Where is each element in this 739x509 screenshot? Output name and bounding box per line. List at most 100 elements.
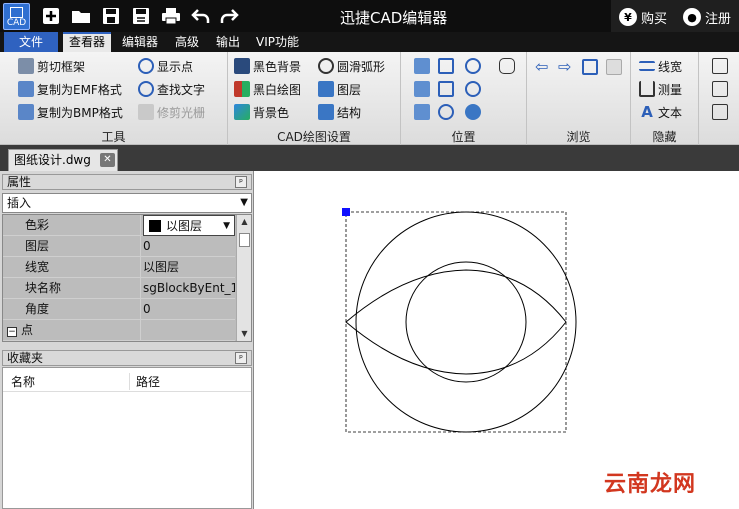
property-category: − 点 bbox=[3, 320, 141, 341]
stop-icon[interactable] bbox=[606, 59, 622, 75]
color-select[interactable]: 以图层 ▼ bbox=[143, 215, 235, 236]
property-scrollbar[interactable]: ▲ ▼ bbox=[236, 215, 251, 341]
copy-emf-label: 复制为EMF格式 bbox=[37, 82, 122, 97]
property-row[interactable]: 线宽 以图层 bbox=[3, 257, 235, 278]
property-row[interactable]: 图层 0 bbox=[3, 236, 235, 257]
column-name[interactable]: 名称 bbox=[11, 373, 35, 390]
print-icon[interactable] bbox=[160, 6, 182, 26]
undo-icon[interactable] bbox=[190, 6, 212, 26]
collapse-icon[interactable]: − bbox=[7, 327, 17, 337]
rotate-3d-icon[interactable] bbox=[414, 104, 430, 120]
property-row[interactable]: 角度 0 bbox=[3, 299, 235, 320]
tab-advanced[interactable]: 高级 bbox=[175, 32, 199, 52]
tab-output[interactable]: 输出 bbox=[216, 32, 240, 52]
selection-grip[interactable] bbox=[342, 208, 350, 216]
zoom-window-icon[interactable] bbox=[438, 58, 454, 74]
line-width-button[interactable]: 线宽 bbox=[639, 56, 682, 76]
background-color-button[interactable]: 背景色 bbox=[234, 102, 289, 122]
structure-icon bbox=[318, 104, 334, 120]
scroll-up-icon[interactable]: ▲ bbox=[237, 215, 251, 229]
refresh-icon[interactable] bbox=[582, 59, 598, 75]
emf-icon bbox=[18, 81, 34, 97]
yen-icon: ¥ bbox=[619, 8, 637, 26]
drawing-canvas[interactable] bbox=[255, 171, 739, 509]
register-button[interactable]: ● 注册 bbox=[683, 7, 731, 27]
zoom-extents-icon[interactable] bbox=[438, 81, 454, 97]
bw-drawing-label: 黑白绘图 bbox=[253, 82, 302, 97]
property-row[interactable]: 块名称 sgBlockByEnt_1598 bbox=[3, 278, 235, 299]
redo-icon[interactable] bbox=[218, 6, 240, 26]
column-path[interactable]: 路径 bbox=[129, 373, 160, 390]
scissors-icon bbox=[18, 58, 34, 74]
zoom-previous-icon[interactable] bbox=[438, 104, 454, 120]
overflow-tool-1-icon[interactable] bbox=[712, 58, 728, 74]
overflow-tool-3-icon[interactable] bbox=[712, 104, 728, 120]
tab-editor[interactable]: 编辑器 bbox=[122, 32, 158, 52]
tab-vip[interactable]: VIP功能 bbox=[256, 32, 299, 52]
structure-button[interactable]: 结构 bbox=[318, 102, 361, 122]
text-button[interactable]: A 文本 bbox=[639, 102, 682, 122]
save-as-icon[interactable] bbox=[130, 6, 152, 26]
inner-circle[interactable] bbox=[405, 261, 527, 383]
property-value: sgBlockByEnt_1598 bbox=[143, 281, 235, 295]
trim-raster-label: 修剪光栅 bbox=[157, 105, 206, 120]
tab-viewer[interactable]: 查看器 bbox=[63, 32, 111, 52]
orbit-icon[interactable] bbox=[465, 104, 481, 120]
bw-drawing-button[interactable]: 黑白绘图 bbox=[234, 79, 301, 99]
buy-button[interactable]: ¥ 购买 bbox=[619, 7, 667, 27]
eye-outline[interactable] bbox=[345, 269, 567, 375]
account-area: ¥ 购买 ● 注册 bbox=[611, 0, 739, 32]
outer-circle[interactable] bbox=[355, 211, 577, 433]
overflow-group bbox=[699, 52, 739, 145]
smooth-arc-label: 圆滑弧形 bbox=[337, 59, 386, 74]
entity-type-select[interactable]: 插入 ▼ bbox=[2, 193, 252, 213]
pin-icon[interactable]: ᵖ bbox=[235, 176, 247, 188]
copy-emf-button[interactable]: 复制为EMF格式 bbox=[18, 79, 122, 99]
chevron-down-icon: ▼ bbox=[240, 197, 248, 208]
user-icon: ● bbox=[683, 8, 701, 26]
favorites-title: 收藏夹 bbox=[7, 351, 44, 365]
line-width-icon bbox=[639, 61, 655, 71]
layers-button[interactable]: 图层 bbox=[318, 79, 361, 99]
hide-group-label: 隐藏 bbox=[652, 130, 677, 144]
zoom-in-icon[interactable] bbox=[465, 58, 481, 74]
find-text-button[interactable]: 查找文字 bbox=[138, 79, 205, 99]
document-tab[interactable]: 图纸设计.dwg ✕ bbox=[8, 149, 118, 171]
app-title: 迅捷CAD编辑器 bbox=[340, 9, 448, 27]
scroll-thumb[interactable] bbox=[239, 233, 250, 247]
hide-group: 线宽 测量 A 文本 隐藏 bbox=[631, 52, 699, 145]
property-category-row[interactable]: − 点 bbox=[3, 320, 235, 341]
property-key: 线宽 bbox=[3, 257, 141, 278]
arrow-left-icon[interactable]: ⇦ bbox=[535, 59, 551, 75]
black-background-button[interactable]: 黑色背景 bbox=[234, 56, 301, 76]
fit-icon[interactable] bbox=[414, 81, 430, 97]
copy-bmp-button[interactable]: 复制为BMP格式 bbox=[18, 102, 123, 122]
pin-icon[interactable]: ᵖ bbox=[235, 352, 247, 364]
arc-icon bbox=[318, 58, 334, 74]
property-row[interactable]: 色彩 以图层 ▼ bbox=[3, 215, 235, 236]
save-icon[interactable] bbox=[100, 6, 122, 26]
file-menu[interactable]: 文件 bbox=[4, 32, 58, 52]
document-tab-strip: 图纸设计.dwg ✕ bbox=[0, 145, 739, 171]
smooth-arc-button[interactable]: 圆滑弧形 bbox=[318, 56, 385, 76]
scroll-down-icon[interactable]: ▼ bbox=[237, 327, 251, 341]
property-value: 以图层 bbox=[143, 260, 180, 274]
cut-frame-button[interactable]: 剪切框架 bbox=[18, 56, 85, 76]
close-tab-icon[interactable]: ✕ bbox=[100, 153, 115, 167]
menu-tab-row: 文件 查看器 编辑器 高级 输出 VIP功能 bbox=[0, 32, 739, 52]
hand-pan-icon[interactable] bbox=[499, 58, 515, 74]
show-points-button[interactable]: 显示点 bbox=[138, 56, 193, 76]
find-text-icon bbox=[138, 81, 154, 97]
position-group: 位置 bbox=[401, 52, 527, 145]
measure-button[interactable]: 测量 bbox=[639, 79, 682, 99]
overflow-tool-2-icon[interactable] bbox=[712, 81, 728, 97]
pan-window-icon[interactable] bbox=[414, 58, 430, 74]
copy-bmp-label: 复制为BMP格式 bbox=[37, 105, 123, 120]
open-folder-icon[interactable] bbox=[70, 6, 92, 26]
zoom-out-icon[interactable] bbox=[465, 81, 481, 97]
buy-label: 购买 bbox=[641, 11, 668, 27]
trim-raster-button[interactable]: 修剪光栅 bbox=[138, 102, 205, 122]
watermark: 云南龙网 bbox=[604, 472, 697, 497]
arrow-right-icon[interactable]: ⇨ bbox=[558, 59, 574, 75]
new-file-icon[interactable] bbox=[40, 6, 62, 26]
